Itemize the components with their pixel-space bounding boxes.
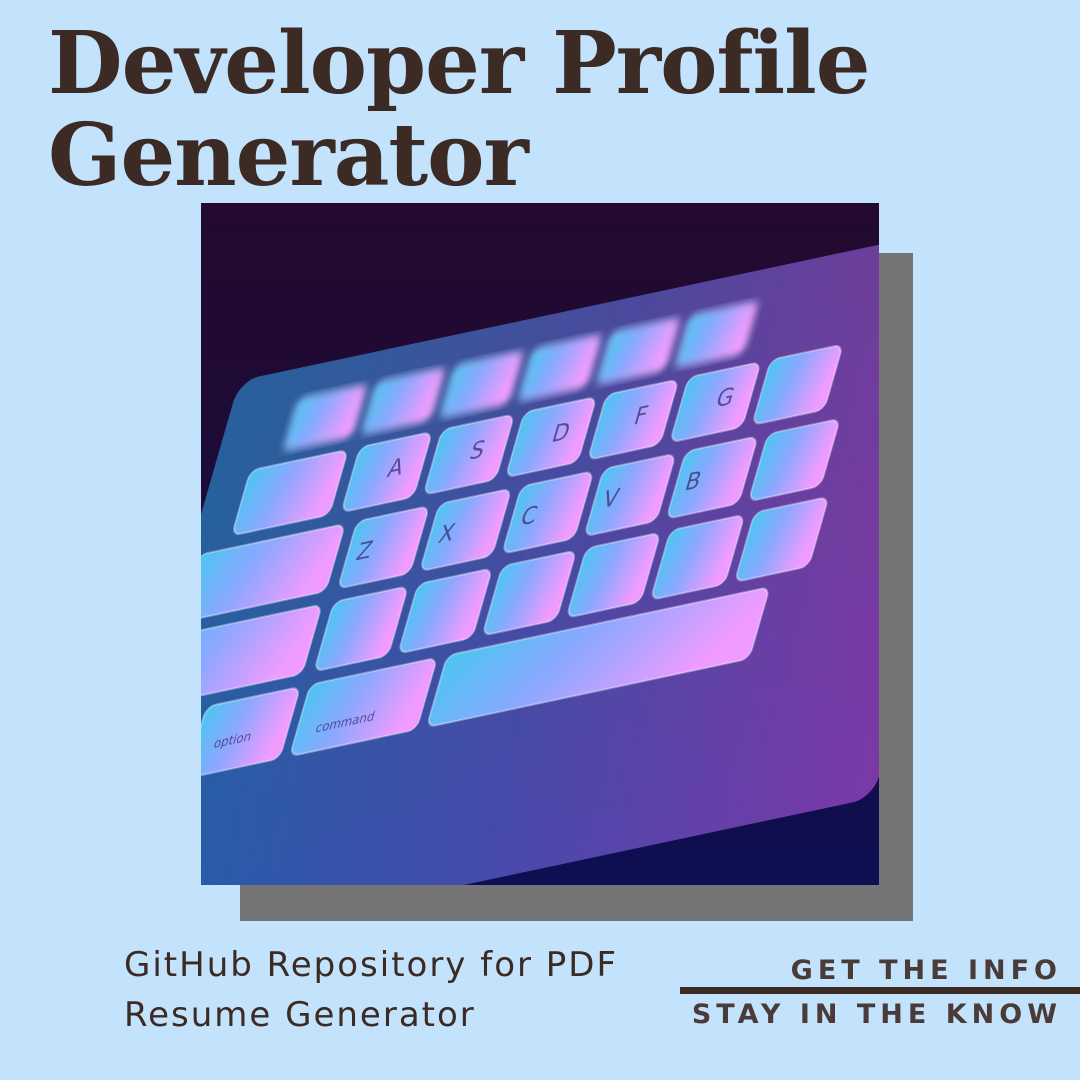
keyboard-illustration: Z X C V B A S D F G control option comma… bbox=[201, 203, 879, 885]
cta-stay-in-the-know: STAY IN THE KNOW bbox=[691, 999, 1062, 1030]
subtitle: GitHub Repository for PDF Resume Generat… bbox=[124, 945, 619, 1035]
title-line-1: Developer Profile bbox=[48, 13, 870, 114]
poster-title: Developer Profile Generator bbox=[48, 18, 870, 202]
keyboard-photo: Z X C V B A S D F G control option comma… bbox=[201, 203, 879, 885]
title-line-2: Generator bbox=[48, 105, 529, 206]
cta-get-the-info: GET THE INFO bbox=[790, 955, 1062, 986]
cta-divider bbox=[680, 987, 1080, 994]
